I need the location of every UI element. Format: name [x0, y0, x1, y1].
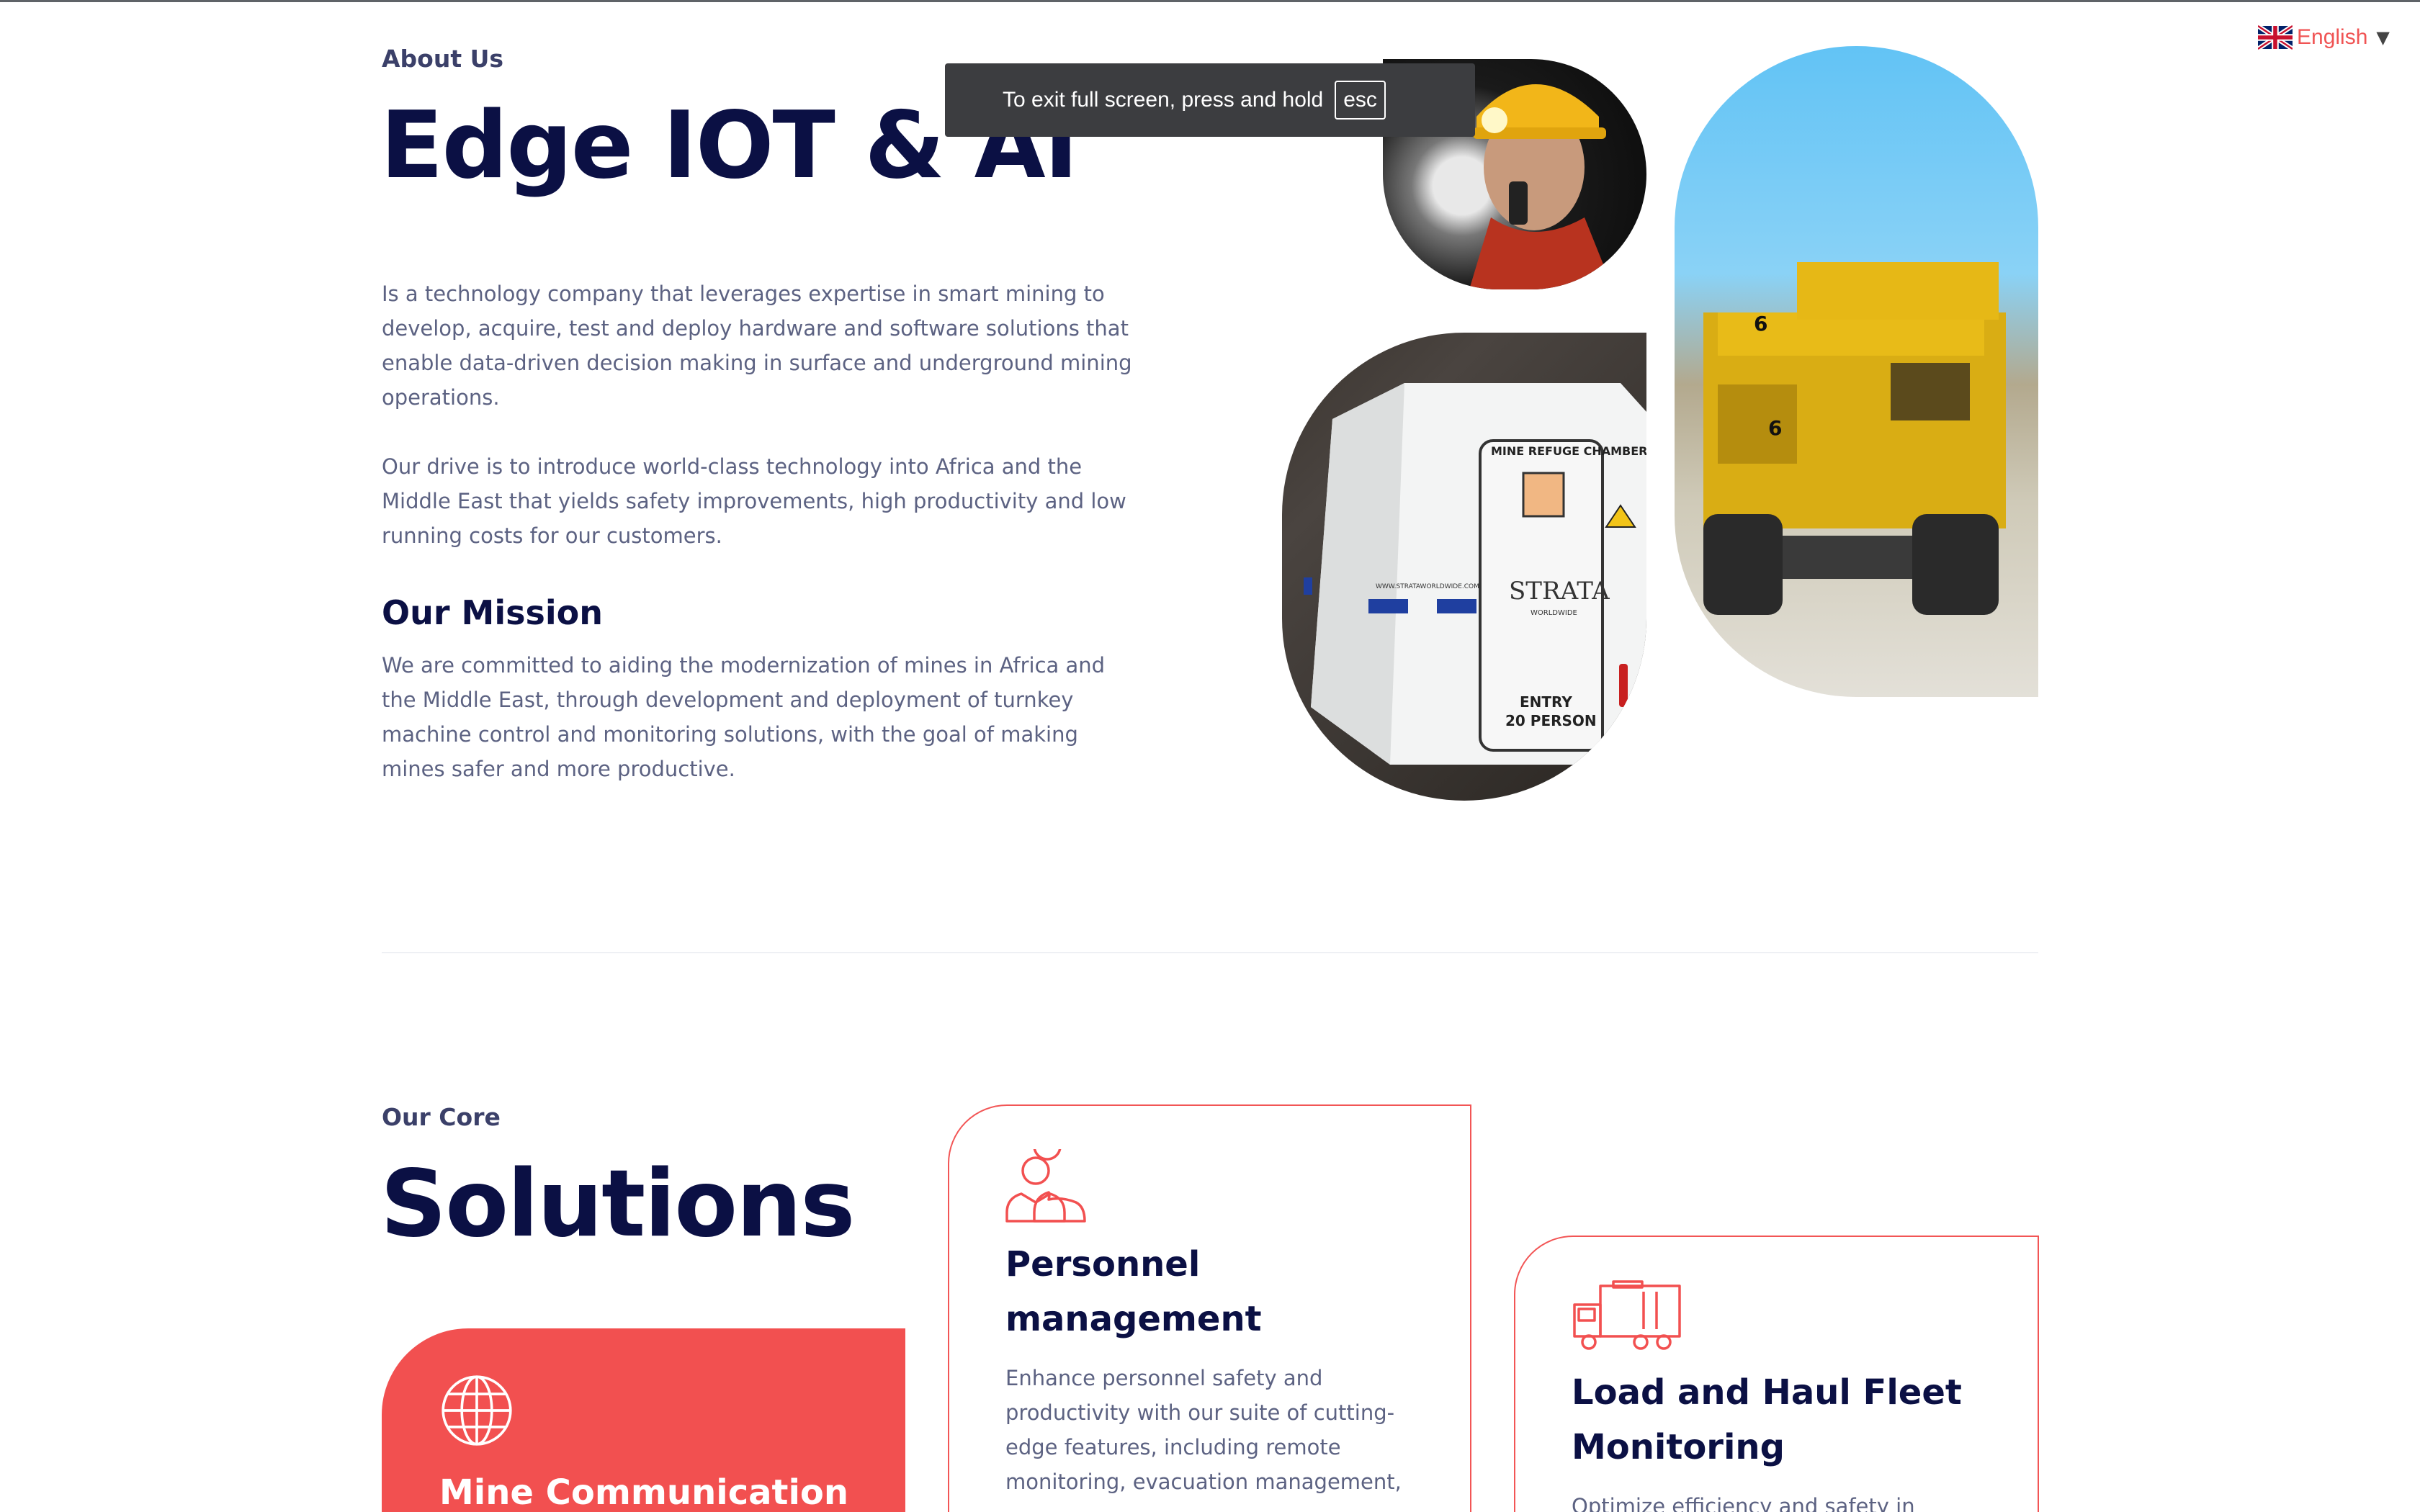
- language-selector[interactable]: English ▼: [2258, 24, 2390, 50]
- caret-down-icon: ▼: [2376, 27, 2390, 48]
- solution-card-personnel-management[interactable]: Personnel management Enhance personnel s…: [948, 1104, 1471, 1512]
- chamber-brand: STRATA: [1509, 577, 1610, 606]
- language-label: English: [2297, 25, 2368, 49]
- card-body-fleet-monitoring: Optimize efficiency and safety in: [1572, 1494, 1915, 1512]
- card-title-personnel-management: Personnel management: [1005, 1244, 1262, 1339]
- refuge-chamber-photo: MINE REFUGE CHAMBER STRATA WORLDWIDE ENT…: [1282, 333, 1646, 801]
- globe-icon: [439, 1373, 514, 1451]
- haul-truck-photo: 6 6: [1675, 46, 2038, 697]
- chamber-capacity: 20 PERSON: [1505, 712, 1597, 729]
- solutions-eyebrow: Our Core: [382, 1103, 501, 1131]
- fullscreen-exit-toast: To exit full screen, press and hold esc: [945, 63, 1475, 137]
- about-eyebrow: About Us: [382, 45, 504, 73]
- mission-text: We are committed to aiding the moderniza…: [382, 653, 1106, 781]
- chamber-url: WWW.STRATAWORLDWIDE.COM: [1376, 583, 1479, 590]
- card-title-mine-communication: Mine Communication: [439, 1472, 849, 1512]
- toast-message: To exit full screen, press and hold: [1003, 88, 1324, 112]
- truck-number-top: 6: [1754, 312, 1767, 336]
- chamber-brand-sub: WORLDWIDE: [1531, 609, 1577, 617]
- esc-key-badge: esc: [1335, 81, 1386, 120]
- fleet-truck-icon: [1572, 1279, 1684, 1354]
- solution-card-mine-communication[interactable]: Mine Communication: [382, 1328, 905, 1512]
- card-title-fleet-monitoring: Load and Haul Fleet Monitoring: [1572, 1372, 1962, 1467]
- card-body-personnel-management: Enhance personnel safety and productivit…: [1005, 1366, 1402, 1494]
- users-icon: [1005, 1132, 1086, 1227]
- solutions-title: Solutions: [380, 1151, 855, 1258]
- chamber-label: MINE REFUGE CHAMBER: [1491, 444, 1646, 458]
- solution-card-fleet-monitoring[interactable]: Load and Haul Fleet Monitoring Optimize …: [1514, 1236, 2039, 1512]
- chamber-entry: ENTRY: [1520, 693, 1572, 711]
- about-paragraph-2: Our drive is to introduce world-class te…: [382, 454, 1126, 548]
- truck-number-front: 6: [1768, 416, 1782, 440]
- mission-heading: Our Mission: [382, 593, 603, 632]
- uk-flag-icon: [2258, 24, 2293, 50]
- about-paragraph-1: Is a technology company that leverages e…: [382, 282, 1132, 410]
- browser-top-border: [0, 0, 2420, 2]
- section-divider: [382, 952, 2038, 953]
